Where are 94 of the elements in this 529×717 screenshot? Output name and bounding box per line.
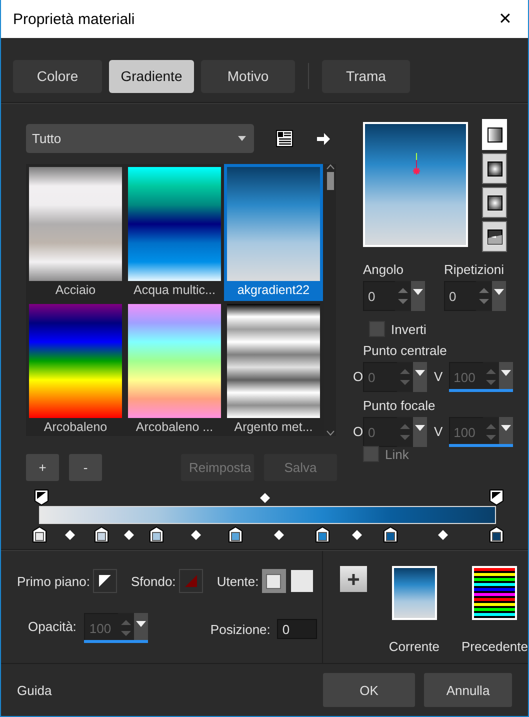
caret-icon: [238, 136, 246, 141]
gradient-style-icon: [486, 194, 502, 210]
axis-label: O: [353, 423, 363, 441]
tab[interactable]: Trama: [322, 60, 410, 92]
current-gradient-swatch: [392, 566, 437, 620]
color-stop-icon[interactable]: [228, 526, 243, 543]
checkbox[interactable]: [369, 321, 385, 337]
gradient-item[interactable]: Arcobaleno ...: [125, 301, 224, 438]
gradient-item[interactable]: Arcobaleno: [26, 301, 125, 438]
tab[interactable]: Colore: [13, 60, 102, 92]
color-stop-icon[interactable]: [488, 526, 504, 543]
gradient-style-icon: [486, 126, 502, 142]
checkbox-label: Link: [385, 446, 409, 462]
color-stop-icon[interactable]: [148, 526, 164, 543]
scroll-thumb[interactable]: [326, 172, 334, 190]
number-field[interactable]: 0: [444, 281, 476, 311]
dropdown-button[interactable]: [411, 281, 425, 311]
tab[interactable]: Motivo: [201, 60, 295, 92]
caret-icon: [494, 289, 504, 295]
spin-arrows-icon[interactable]: [476, 281, 492, 311]
foreground-swatch[interactable]: [92, 569, 117, 593]
field-label: Ripetizioni: [444, 262, 505, 277]
caret-icon: [500, 370, 511, 376]
gradient-bar[interactable]: [39, 506, 496, 524]
spin-arrows-icon[interactable]: [395, 281, 411, 311]
list-button[interactable]: +: [26, 454, 59, 481]
axis-label: V: [434, 423, 443, 441]
swatch-label: Precedente: [462, 639, 528, 654]
spin-arrows-icon[interactable]: [118, 613, 134, 643]
user-color-button[interactable]: [262, 569, 286, 593]
help-link[interactable]: Guida: [17, 682, 323, 698]
dropdown-button[interactable]: [134, 613, 148, 643]
position-field[interactable]: 0: [277, 619, 318, 639]
gradient-item[interactable]: Acqua multic...: [125, 164, 224, 301]
gradient-item[interactable]: Argento met...: [224, 301, 323, 438]
midpoint-icon[interactable]: [352, 530, 362, 540]
dropdown-button[interactable]: [492, 281, 506, 311]
scroll-up-icon[interactable]: [326, 164, 334, 170]
opacity-stop-icon[interactable]: [489, 489, 504, 506]
field-label: Punto centrale: [363, 343, 448, 358]
background-swatch[interactable]: [178, 569, 203, 593]
midpoint-icon[interactable]: [190, 530, 201, 540]
dropdown-button[interactable]: [413, 417, 427, 447]
caret-icon: [413, 289, 423, 295]
field-label: Sfondo:: [130, 574, 176, 588]
gradient-item[interactable]: Acciaio: [26, 164, 125, 301]
category-dropdown[interactable]: Tutto: [26, 124, 254, 153]
color-stop-icon[interactable]: [94, 526, 110, 543]
midpoint-icon[interactable]: [65, 530, 76, 540]
midpoint-icon[interactable]: [438, 530, 448, 540]
field-label: Primo piano:: [17, 574, 90, 588]
swatch-label: Corrente: [388, 639, 440, 654]
gradient-style-icon: [486, 160, 502, 176]
caret-icon: [500, 425, 511, 431]
gradient-style-icon: [486, 228, 502, 244]
tab[interactable]: Gradiente: [109, 60, 194, 92]
midpoint-icon[interactable]: [274, 530, 284, 540]
color-stop-icon[interactable]: [383, 526, 398, 543]
field-label: Utente:: [216, 574, 259, 588]
color-stop-icon[interactable]: [314, 526, 330, 543]
scrollbar[interactable]: [324, 164, 336, 436]
caret-icon: [136, 621, 146, 627]
caret-icon: [415, 370, 425, 376]
opacity-stop-icon[interactable]: [34, 489, 49, 506]
field-label: Opacità:: [28, 619, 76, 634]
field-label: Angolo: [363, 262, 404, 277]
center-marker-icon[interactable]: [411, 153, 422, 177]
axis-label: O: [353, 368, 363, 386]
list-button[interactable]: -: [69, 454, 102, 481]
checkbox-label: Inverti: [391, 322, 426, 336]
window-title: Proprietà materiali: [13, 10, 135, 28]
color-stop-icon[interactable]: [32, 526, 46, 543]
previous-gradient-swatch[interactable]: [472, 566, 518, 620]
gradient-item[interactable]: akgradient22: [224, 164, 323, 301]
midpoint-icon[interactable]: [260, 493, 270, 503]
number-field[interactable]: 0: [363, 281, 395, 311]
axis-label: V: [434, 368, 443, 386]
scroll-down-icon[interactable]: [326, 430, 334, 436]
user-color-swatch[interactable]: [290, 570, 313, 592]
gradient-preview[interactable]: [363, 122, 468, 247]
midpoint-icon[interactable]: [124, 530, 134, 540]
gradient-style-button[interactable]: [482, 221, 507, 252]
gradient-style-button[interactable]: [482, 187, 507, 218]
caret-icon: [415, 425, 425, 431]
field-label: Punto focale: [363, 398, 436, 413]
cancel-button[interactable]: Annulla: [424, 673, 512, 707]
add-button[interactable]: [340, 566, 367, 592]
gradient-style-button[interactable]: [482, 153, 507, 184]
plus-icon: [346, 572, 360, 586]
field-label: Posizione:: [210, 622, 270, 636]
dropdown-button[interactable]: [413, 362, 427, 392]
close-button[interactable]: ✕: [482, 0, 528, 38]
list-view-icon[interactable]: [274, 128, 294, 148]
ok-button[interactable]: OK: [323, 673, 415, 707]
